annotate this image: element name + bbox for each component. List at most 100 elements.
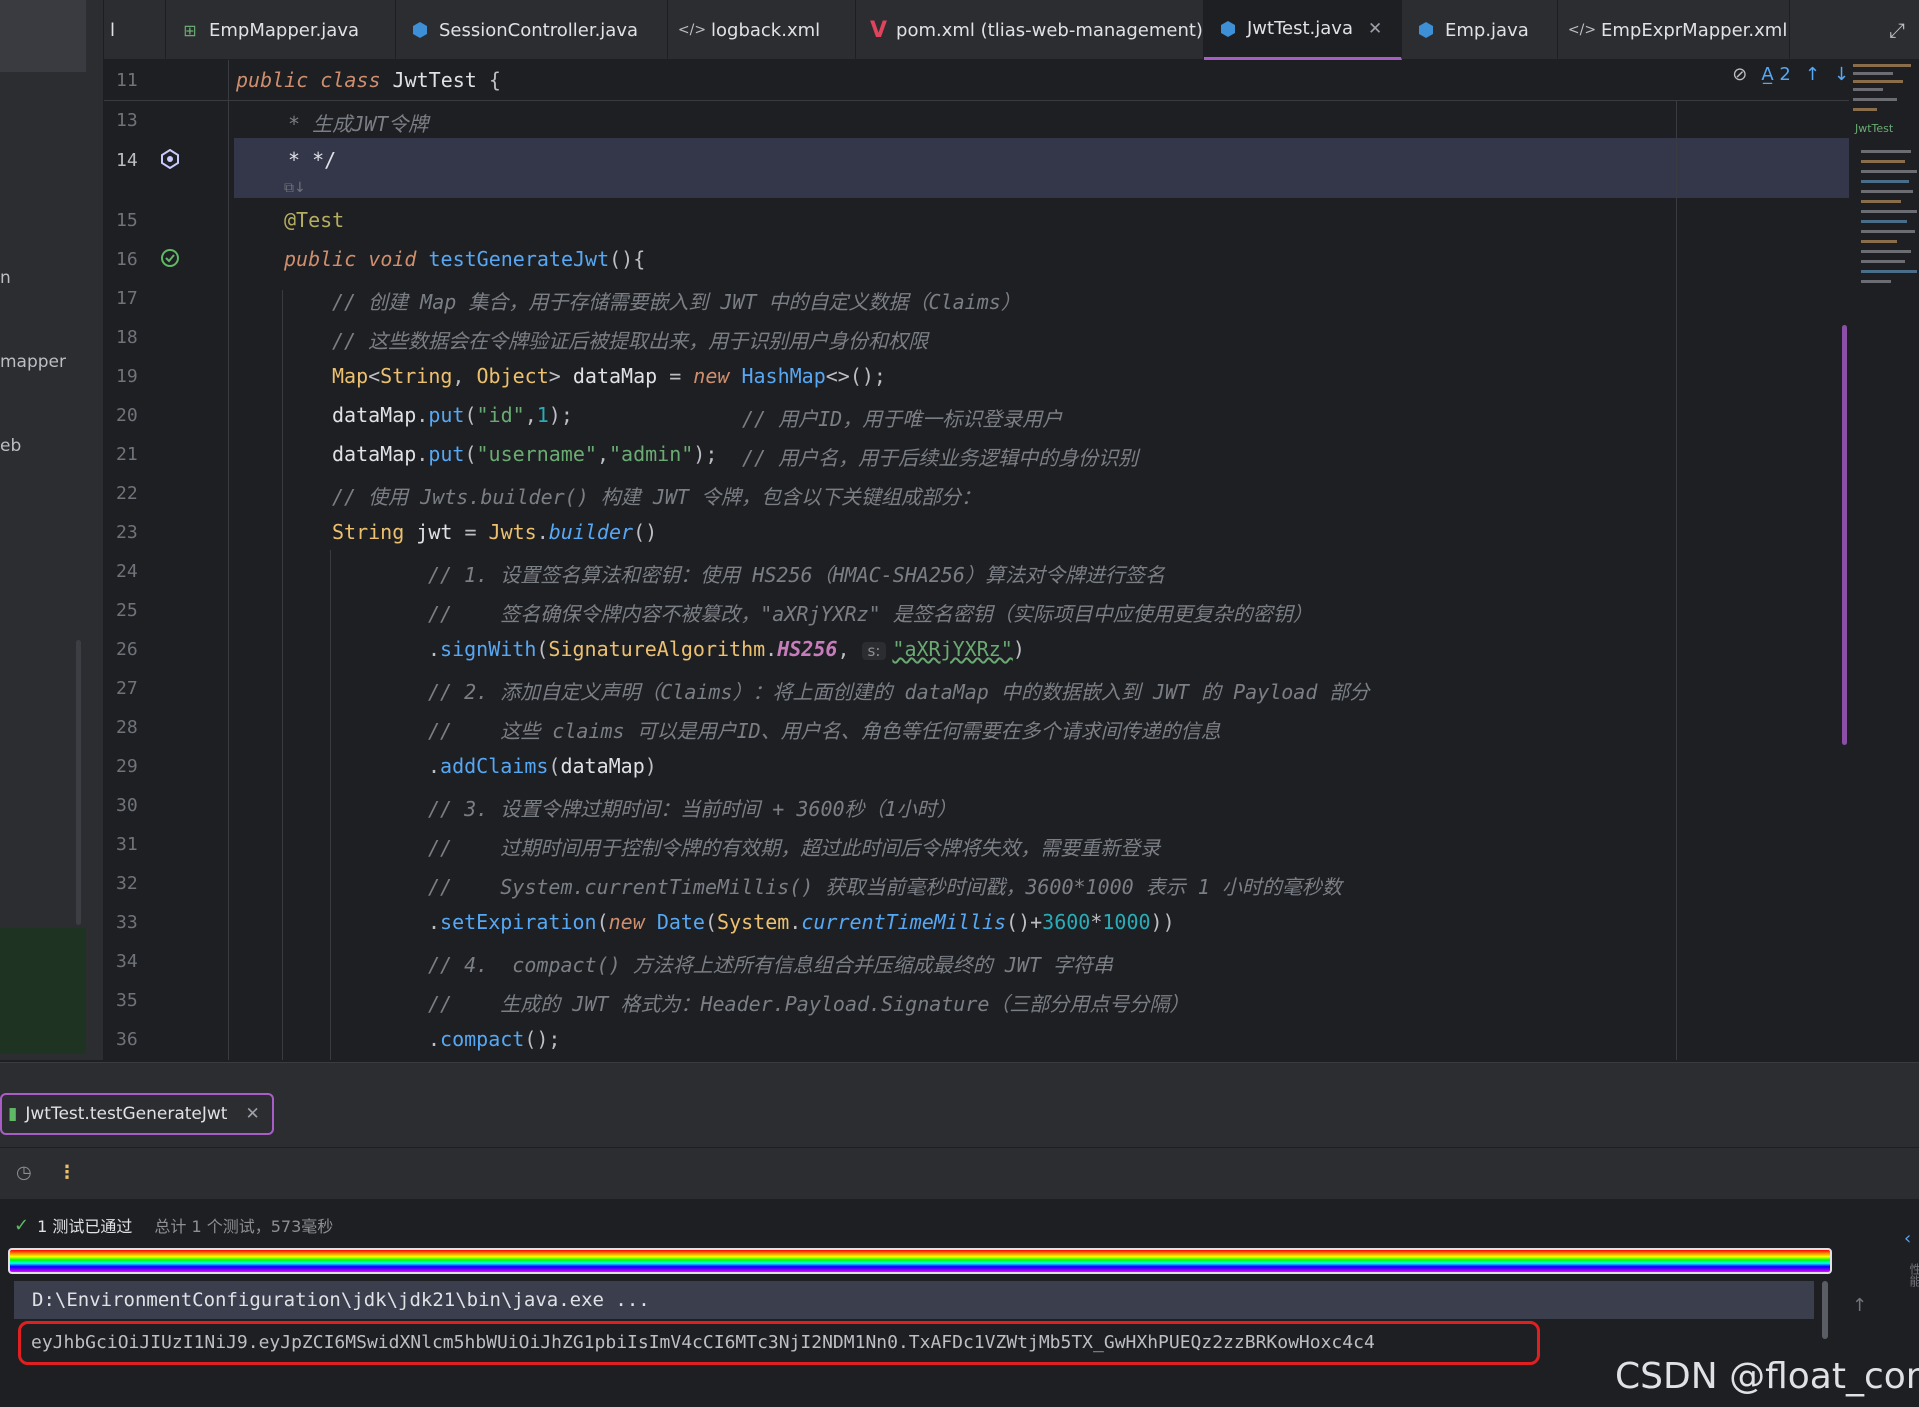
line-number: 25 xyxy=(116,600,138,621)
close-icon[interactable]: ✕ xyxy=(1368,19,1382,39)
line-number: 36 xyxy=(116,1029,138,1050)
sticky-class-header[interactable]: public class JwtTest { xyxy=(236,68,501,92)
inlay-hint-icon[interactable]: ⧉↓ xyxy=(284,180,306,196)
code-comment[interactable]: // 使用 Jwts.builder() 构建 JWT 令牌，包含以下关键组成部… xyxy=(332,481,981,510)
project-panel: n mapper eb xyxy=(0,0,104,1060)
line-number: 23 xyxy=(116,522,138,543)
map-put-username[interactable]: dataMap.put("username","admin"); xyxy=(332,442,717,466)
clock-icon[interactable]: ◷ xyxy=(16,1162,32,1183)
tab-empexprmapper[interactable]: </> EmpExprMapper.xml xyxy=(1558,0,1790,60)
code-comment[interactable]: // System.currentTimeMillis() 获取当前毫秒时间戳，… xyxy=(428,871,1342,900)
project-item-fragment[interactable]: mapper xyxy=(0,352,66,372)
test-icon: ▮ xyxy=(8,1104,18,1124)
code-comment[interactable]: // 过期时间用于控制令牌的有效期，超过此时间后令牌将失效，需要重新登录 xyxy=(428,832,1160,861)
sticky-header-separator xyxy=(104,100,1849,101)
code-comment[interactable]: // 签名确保令牌内容不被篡改，"aXRjYXRz" 是签名密钥（实际项目中应使… xyxy=(428,598,1313,627)
indent-guide xyxy=(282,290,283,1060)
tab-jwttest[interactable]: JwtTest.java ✕ xyxy=(1204,0,1402,60)
compact-call[interactable]: .compact(); xyxy=(428,1027,560,1051)
line-number: 26 xyxy=(116,639,138,660)
line-number: 14 xyxy=(116,150,138,171)
line-number: 22 xyxy=(116,483,138,504)
tab-pom[interactable]: V pom.xml (tlias-web-management) xyxy=(856,0,1204,60)
tab-label: JwtTest.java xyxy=(1247,18,1353,39)
code-comment[interactable]: // 1. 设置签名算法和密钥：使用 HS256（HMAC-SHA256）算法对… xyxy=(428,559,1165,588)
map-put-id[interactable]: dataMap.put("id",1); xyxy=(332,403,573,427)
code-comment[interactable]: // 创建 Map 集合，用于存储需要嵌入到 JWT 中的自定义数据（Claim… xyxy=(332,286,1021,315)
reader-mode-icon[interactable]: ⊘ xyxy=(1732,64,1747,85)
code-comment-end[interactable]: * */ xyxy=(288,148,336,172)
tab-fragment[interactable]: l xyxy=(104,0,166,60)
tab-emp[interactable]: Emp.java xyxy=(1402,0,1558,60)
project-scrollbar[interactable] xyxy=(76,640,81,925)
line-number: 17 xyxy=(116,288,138,309)
more-options-icon[interactable]: ⋮ xyxy=(58,1162,76,1183)
tab-label: SessionController.java xyxy=(439,19,639,41)
right-margin-guide xyxy=(1676,100,1677,1060)
tab-sessioncontroller[interactable]: SessionController.java xyxy=(396,0,668,60)
tab-label: EmpExprMapper.xml xyxy=(1601,19,1788,41)
code-comment[interactable]: // 用户ID，用于唯一标识登录用户 xyxy=(742,403,1062,432)
tab-label: EmpMapper.java xyxy=(209,19,360,41)
project-item-fragment[interactable]: eb xyxy=(0,436,21,456)
spelling-warning-icon[interactable]: A̲ 2 xyxy=(1761,64,1791,85)
code-editor[interactable]: 11 public class JwtTest { ⊘ A̲ 2 ↑ ↓ Jwt… xyxy=(104,60,1919,1060)
ai-assistant-icon[interactable] xyxy=(159,148,181,170)
line-number: 29 xyxy=(116,756,138,777)
tab-label: Emp.java xyxy=(1445,19,1529,41)
minimap[interactable]: JwtTest xyxy=(1849,60,1919,300)
code-comment[interactable]: // 用户名，用于后续业务逻辑中的身份识别 xyxy=(742,442,1138,471)
jwt-builder[interactable]: String jwt = Jwts.builder() xyxy=(332,520,657,544)
run-tab-jwttest[interactable]: ▮ JwtTest.testGenerateJwt ✕ xyxy=(0,1093,274,1135)
test-annotation[interactable]: @Test xyxy=(284,208,344,232)
code-comment[interactable]: // 这些数据会在令牌验证后被提取出来，用于识别用户身份和权限 xyxy=(332,325,928,354)
tab-empmapper[interactable]: ⊞ EmpMapper.java xyxy=(166,0,396,60)
current-line-highlight xyxy=(234,138,1849,198)
class-icon xyxy=(1218,19,1238,39)
console-command-line[interactable]: D:\EnvironmentConfiguration\jdk\jdk21\bi… xyxy=(14,1281,1814,1319)
run-tab-bar: ▮ JwtTest.testGenerateJwt ✕ xyxy=(0,1063,1919,1147)
map-declaration[interactable]: Map<String, Object> dataMap = new HashMa… xyxy=(332,364,886,388)
tests-total-label: 总计 1 个测试，573毫秒 xyxy=(154,1217,334,1236)
mapper-icon: ⊞ xyxy=(183,20,197,40)
console-scrollbar[interactable] xyxy=(1822,1281,1828,1339)
method-declaration[interactable]: public void testGenerateJwt(){ xyxy=(284,247,645,271)
check-icon: ✓ xyxy=(14,1214,30,1236)
gutter-divider xyxy=(228,60,229,1060)
side-panel-label[interactable]: 性能 xyxy=(1907,1263,1919,1287)
minimap-label: JwtTest xyxy=(1855,122,1894,135)
scroll-up-icon[interactable]: ↑ xyxy=(1852,1295,1867,1316)
code-comment[interactable]: // 这些 claims 可以是用户ID、用户名、角色等任何需要在多个请求间传递… xyxy=(428,715,1221,744)
expand-icon[interactable]: ⤢ xyxy=(1889,18,1905,42)
indent-guide xyxy=(330,550,331,1060)
project-item-fragment[interactable]: n xyxy=(0,268,11,288)
code-comment[interactable]: // 2. 添加自定义声明（Claims）：将上面创建的 dataMap 中的数… xyxy=(428,676,1369,705)
xml-icon: </> xyxy=(677,22,707,38)
project-panel-header[interactable] xyxy=(0,0,86,72)
line-number: 11 xyxy=(116,70,138,91)
test-progress-bar xyxy=(8,1248,1832,1274)
console-jwt-output[interactable]: eyJhbGciOiJIUzI1NiJ9.eyJpZCI6MSwidXNlcm5… xyxy=(18,1321,1540,1365)
arrow-up-icon[interactable]: ↑ xyxy=(1805,64,1820,85)
close-icon[interactable]: ✕ xyxy=(245,1104,259,1124)
editor-tab-bar: l ⊞ EmpMapper.java SessionController.jav… xyxy=(104,0,1919,60)
add-claims-call[interactable]: .addClaims(dataMap) xyxy=(428,754,657,778)
line-number: 20 xyxy=(116,405,138,426)
code-comment[interactable]: // 3. 设置令牌过期时间：当前时间 + 3600秒（1小时） xyxy=(428,793,957,822)
line-number: 15 xyxy=(116,210,138,231)
line-number: 21 xyxy=(116,444,138,465)
code-comment[interactable]: * 生成JWT令牌 xyxy=(288,108,428,137)
editor-scrollbar[interactable] xyxy=(1842,325,1847,745)
maven-icon: V xyxy=(870,17,888,43)
arrow-down-icon[interactable]: ↓ xyxy=(1834,64,1849,85)
tab-logback[interactable]: </> logback.xml xyxy=(668,0,856,60)
set-expiration-call[interactable]: .setExpiration(new Date(System.currentTi… xyxy=(428,910,1175,934)
editor-inspections: ⊘ A̲ 2 ↑ ↓ xyxy=(1732,64,1849,85)
code-comment[interactable]: // 4. compact() 方法将上述所有信息组合并压缩成最终的 JWT 字… xyxy=(428,949,1113,978)
sign-with-call[interactable]: .signWith(SignatureAlgorithm.HS256, s: "a… xyxy=(428,637,1025,661)
code-comment[interactable]: // 生成的 JWT 格式为：Header.Payload.Signature（… xyxy=(428,988,1189,1017)
class-icon xyxy=(1416,20,1436,40)
chevron-left-icon[interactable]: ‹ xyxy=(1904,1228,1911,1249)
line-number: 33 xyxy=(116,912,138,933)
run-test-icon[interactable] xyxy=(159,247,181,269)
